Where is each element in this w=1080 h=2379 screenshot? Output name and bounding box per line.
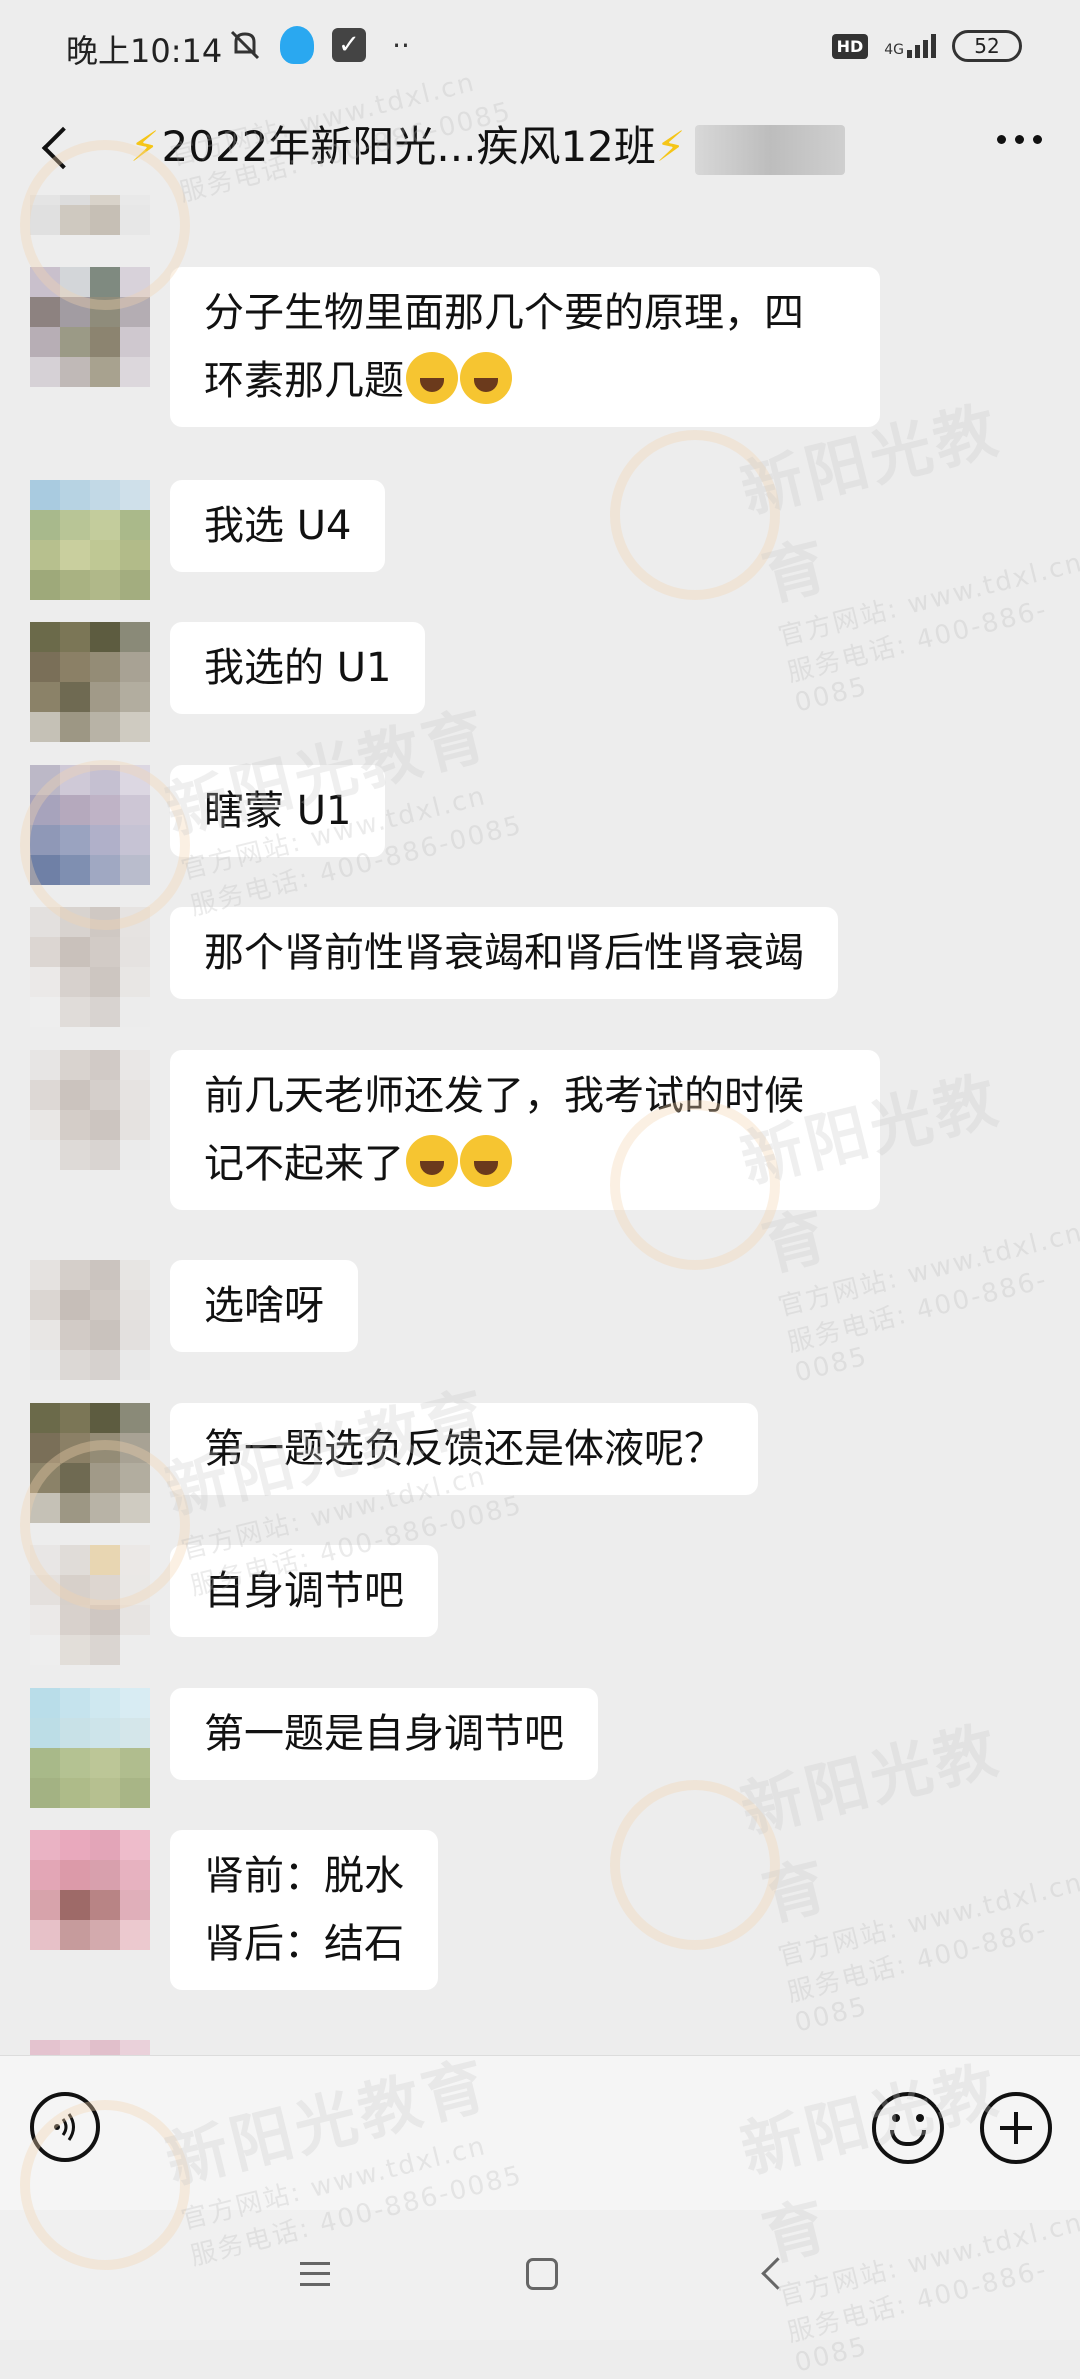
crying-laughing-emoji-icon [406,352,458,404]
lightning-icon: ⚡ [655,122,686,171]
avatar[interactable] [30,1260,150,1380]
message-bubble[interactable]: 肾前：脱水 肾后：结石 [170,1830,438,1990]
message-list[interactable]: 分子生物里面那几个要的原理，四 环素那几题 我选 U4 我选的 U1 瞎蒙 U1 [0,195,1080,2055]
emoji-icon[interactable] [872,2092,944,2164]
watermark-logo-ring [20,2100,190,2270]
message-bubble[interactable]: 分子生物里面那几个要的原理，四 环素那几题 [170,267,880,427]
status-bar: 晚上10:14 ✓ ·· HD 4G 52 [0,0,1080,95]
avatar[interactable] [30,480,150,600]
blurred-member-count [695,124,846,175]
message-bubble[interactable]: 第一题选负反馈还是体液呢？ [170,1403,758,1495]
more-dots-icon[interactable] [997,135,1042,144]
message-bubble[interactable]: 我选 U4 [170,480,386,572]
mute-icon [228,28,262,62]
nav-back-icon[interactable] [761,2257,794,2290]
home-icon[interactable] [526,2258,558,2290]
plus-icon[interactable] [980,2092,1052,2164]
watermark-logo-ring [610,1100,780,1270]
avatar[interactable] [30,622,150,742]
status-right-icons: HD 4G 52 [831,30,1022,62]
status-time: 晚上10:14 [66,32,223,70]
message-bubble[interactable]: 第一题是自身调节吧 [170,1688,598,1780]
qq-icon [280,26,314,64]
crying-laughing-emoji-icon [460,1135,512,1187]
watermark-logo-ring [20,1440,190,1610]
message-bubble[interactable]: 自身调节吧 [170,1545,438,1637]
message-bubble[interactable]: 瞎蒙 U1 [170,765,386,857]
message-bubble[interactable]: 我选的 U1 [170,622,426,714]
watermark-logo-ring [610,1780,780,1950]
watermark-logo-ring [20,140,190,310]
network-type: 4G [884,42,904,58]
crying-laughing-emoji-icon [460,352,512,404]
message-bubble[interactable]: 那个肾前性肾衰竭和肾后性肾衰竭 [170,907,838,999]
status-left-icons: ✓ ·· [228,26,418,64]
battery-icon: 52 [952,30,1022,62]
crying-laughing-emoji-icon [406,1135,458,1187]
check-app-icon: ✓ [332,28,366,62]
watermark-logo-ring [610,430,780,600]
avatar[interactable] [30,1688,150,1808]
avatar[interactable] [30,1050,150,1170]
avatar[interactable] [30,1830,150,1950]
more-notifications-icon: ·· [392,28,410,62]
signal-icon: 4G [884,34,936,58]
chat-title[interactable]: ⚡2022年新阳光...疾风12班⚡ [130,113,846,175]
chat-title-text: 2022年新阳光...疾风12班 [161,122,656,171]
avatar[interactable] [30,2040,150,2055]
message-bubble[interactable]: 选啥呀 [170,1260,358,1352]
hd-badge: HD [831,33,869,59]
menu-icon[interactable] [300,2262,330,2286]
watermark-logo-ring [20,760,190,930]
